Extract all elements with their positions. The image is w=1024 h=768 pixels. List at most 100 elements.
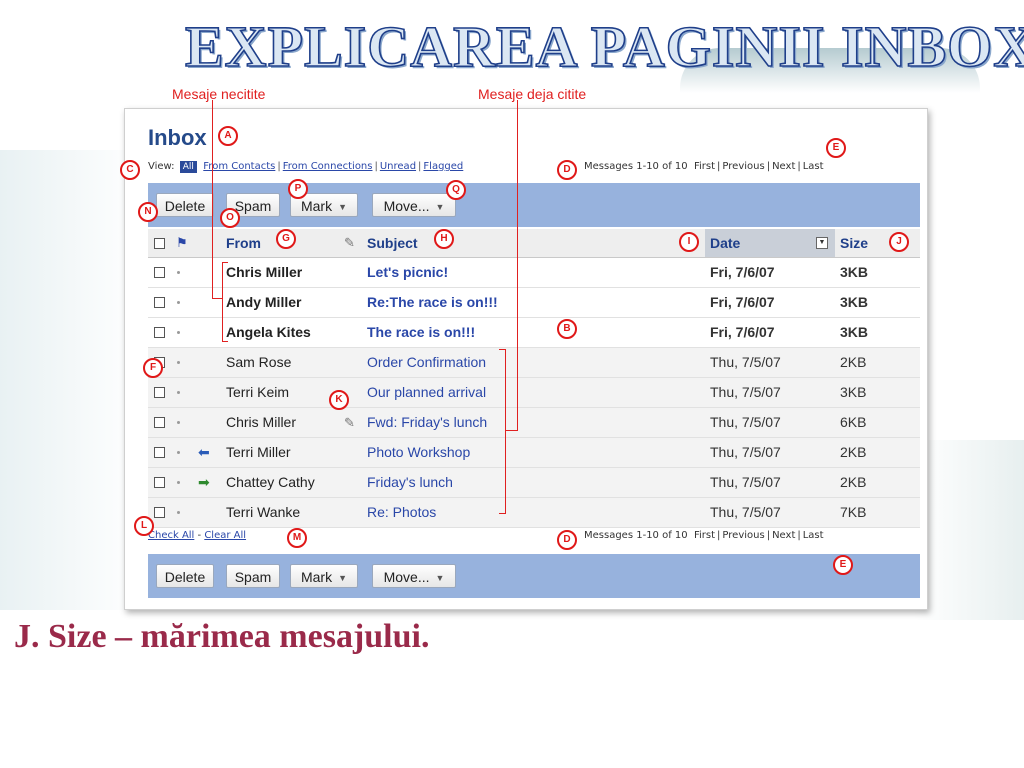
marker-h: H <box>434 229 454 249</box>
message-size: 3KB <box>840 264 869 280</box>
message-from: Terri Wanke <box>226 504 301 520</box>
filter-from-connections[interactable]: From Connections <box>283 161 373 172</box>
slide-title: EXPLICAREA PAGINII INBOX <box>184 13 1024 80</box>
message-subject[interactable]: Order Confirmation <box>367 348 486 377</box>
row-checkbox[interactable] <box>154 477 165 488</box>
mark-label: Mark <box>300 569 333 585</box>
message-date: Fri, 7/6/07 <box>710 294 775 310</box>
filter-unread[interactable]: Unread <box>380 161 416 172</box>
marker-q: Q <box>446 180 466 200</box>
bracket-read <box>505 430 518 431</box>
marker-e: E <box>833 555 853 575</box>
background-decoration <box>0 150 140 610</box>
check-all-link[interactable]: Check All <box>148 530 194 541</box>
pager-previous[interactable]: Previous <box>722 530 764 541</box>
column-size[interactable]: Size <box>840 229 868 257</box>
table-row[interactable]: Andy Miller Re:The race is on!!! Fri, 7/… <box>148 288 920 318</box>
row-checkbox[interactable] <box>154 267 165 278</box>
message-from: Angela Kites <box>226 324 311 340</box>
view-filter-bar: View: All From Contacts | From Connections… <box>148 161 824 173</box>
sort-dropdown-icon[interactable]: ▼ <box>816 237 828 249</box>
message-size: 3KB <box>840 324 869 340</box>
row-checkbox[interactable] <box>154 417 165 428</box>
filter-flagged[interactable]: Flagged <box>423 161 463 172</box>
bottom-links-bar: Check All - Clear All Messages 1-10 of 1… <box>148 530 824 541</box>
pager-first[interactable]: First <box>694 530 715 541</box>
filter-from-contacts[interactable]: From Contacts <box>203 161 275 172</box>
table-header: ⚑ From ✎ Subject Date ▼ Size <box>148 229 920 258</box>
pager-first[interactable]: First <box>694 161 715 172</box>
status-dot-icon <box>177 361 180 364</box>
marker-j: J <box>889 232 909 252</box>
status-dot-icon <box>177 481 180 484</box>
row-checkbox[interactable] <box>154 507 165 518</box>
message-subject[interactable]: Photo Workshop <box>367 438 470 467</box>
column-from[interactable]: From <box>226 229 261 257</box>
message-date: Fri, 7/6/07 <box>710 324 775 340</box>
message-from: Andy Miller <box>226 294 302 310</box>
marker-m: M <box>287 528 307 548</box>
marker-i: I <box>679 232 699 252</box>
forward-icon: ➡ <box>198 474 210 490</box>
row-checkbox[interactable] <box>154 297 165 308</box>
table-row[interactable]: Sam Rose Order Confirmation Thu, 7/5/07 … <box>148 348 920 378</box>
table-row[interactable]: Chris Miller ✎ Fwd: Friday's lunch Thu, … <box>148 408 920 438</box>
message-from: Chattey Cathy <box>226 474 315 490</box>
clear-all-link[interactable]: Clear All <box>204 530 246 541</box>
select-all-checkbox[interactable] <box>154 238 165 249</box>
message-size: 7KB <box>840 504 867 520</box>
message-subject[interactable]: The race is on!!! <box>367 318 475 347</box>
pointer-line-unread <box>212 298 222 299</box>
view-all-button[interactable]: All <box>179 161 197 173</box>
row-checkbox[interactable] <box>154 447 165 458</box>
marker-b: B <box>557 319 577 339</box>
slide-caption: J. Size – mărimea mesajului. <box>14 618 430 655</box>
inbox-title: Inbox <box>148 125 207 150</box>
status-dot-icon <box>177 421 180 424</box>
message-subject[interactable]: Friday's lunch <box>367 468 453 497</box>
row-checkbox[interactable] <box>154 327 165 338</box>
bracket-unread <box>222 262 228 263</box>
table-row[interactable]: Chris Miller Let's picnic! Fri, 7/6/07 3… <box>148 258 920 288</box>
delete-button[interactable]: Delete <box>156 564 214 588</box>
flag-column-icon[interactable]: ⚑ <box>176 229 188 257</box>
pager-next[interactable]: Next <box>772 161 795 172</box>
table-row[interactable]: ⬅ Terri Miller Photo Workshop Thu, 7/5/0… <box>148 438 920 468</box>
chevron-down-icon: ▼ <box>338 202 348 212</box>
row-checkbox[interactable] <box>154 387 165 398</box>
message-date: Thu, 7/5/07 <box>710 384 781 400</box>
table-row[interactable]: ➡ Chattey Cathy Friday's lunch Thu, 7/5/… <box>148 468 920 498</box>
message-size: 2KB <box>840 444 867 460</box>
bracket-read <box>499 349 506 350</box>
table-row[interactable]: Terri Wanke Re: Photos Thu, 7/5/07 7KB <box>148 498 920 528</box>
message-subject[interactable]: Our planned arrival <box>367 378 486 407</box>
chevron-down-icon: ▼ <box>435 202 445 212</box>
delete-button[interactable]: Delete <box>156 193 214 217</box>
pager-previous[interactable]: Previous <box>722 161 764 172</box>
pointer-line-read <box>517 100 518 430</box>
pager-last[interactable]: Last <box>803 161 824 172</box>
mark-dropdown[interactable]: Mark ▼ <box>290 564 358 588</box>
pager-next[interactable]: Next <box>772 530 795 541</box>
column-date[interactable]: Date <box>710 229 740 257</box>
move-dropdown[interactable]: Move... ▼ <box>372 564 456 588</box>
column-subject[interactable]: Subject <box>367 229 418 257</box>
table-row[interactable]: Terri Keim Our planned arrival Thu, 7/5/… <box>148 378 920 408</box>
table-row[interactable]: Angela Kites The race is on!!! Fri, 7/6/… <box>148 318 920 348</box>
attachment-column-icon[interactable]: ✎ <box>344 229 355 257</box>
message-size: 2KB <box>840 474 867 490</box>
message-subject[interactable]: Re:The race is on!!! <box>367 288 498 317</box>
message-from: Sam Rose <box>226 354 292 370</box>
spam-button[interactable]: Spam <box>226 564 280 588</box>
message-table: ⚑ From ✎ Subject Date ▼ Size Chris Mille… <box>148 229 920 528</box>
message-subject[interactable]: Fwd: Friday's lunch <box>367 408 487 437</box>
status-dot-icon <box>177 451 180 454</box>
message-from: Terri Miller <box>226 444 291 460</box>
move-label: Move... <box>383 198 430 214</box>
move-dropdown[interactable]: Move... ▼ <box>372 193 456 217</box>
message-date: Thu, 7/5/07 <box>710 504 781 520</box>
message-subject[interactable]: Re: Photos <box>367 498 436 527</box>
pager-last[interactable]: Last <box>803 530 824 541</box>
reply-icon: ⬅ <box>198 444 210 460</box>
message-subject[interactable]: Let's picnic! <box>367 258 448 287</box>
